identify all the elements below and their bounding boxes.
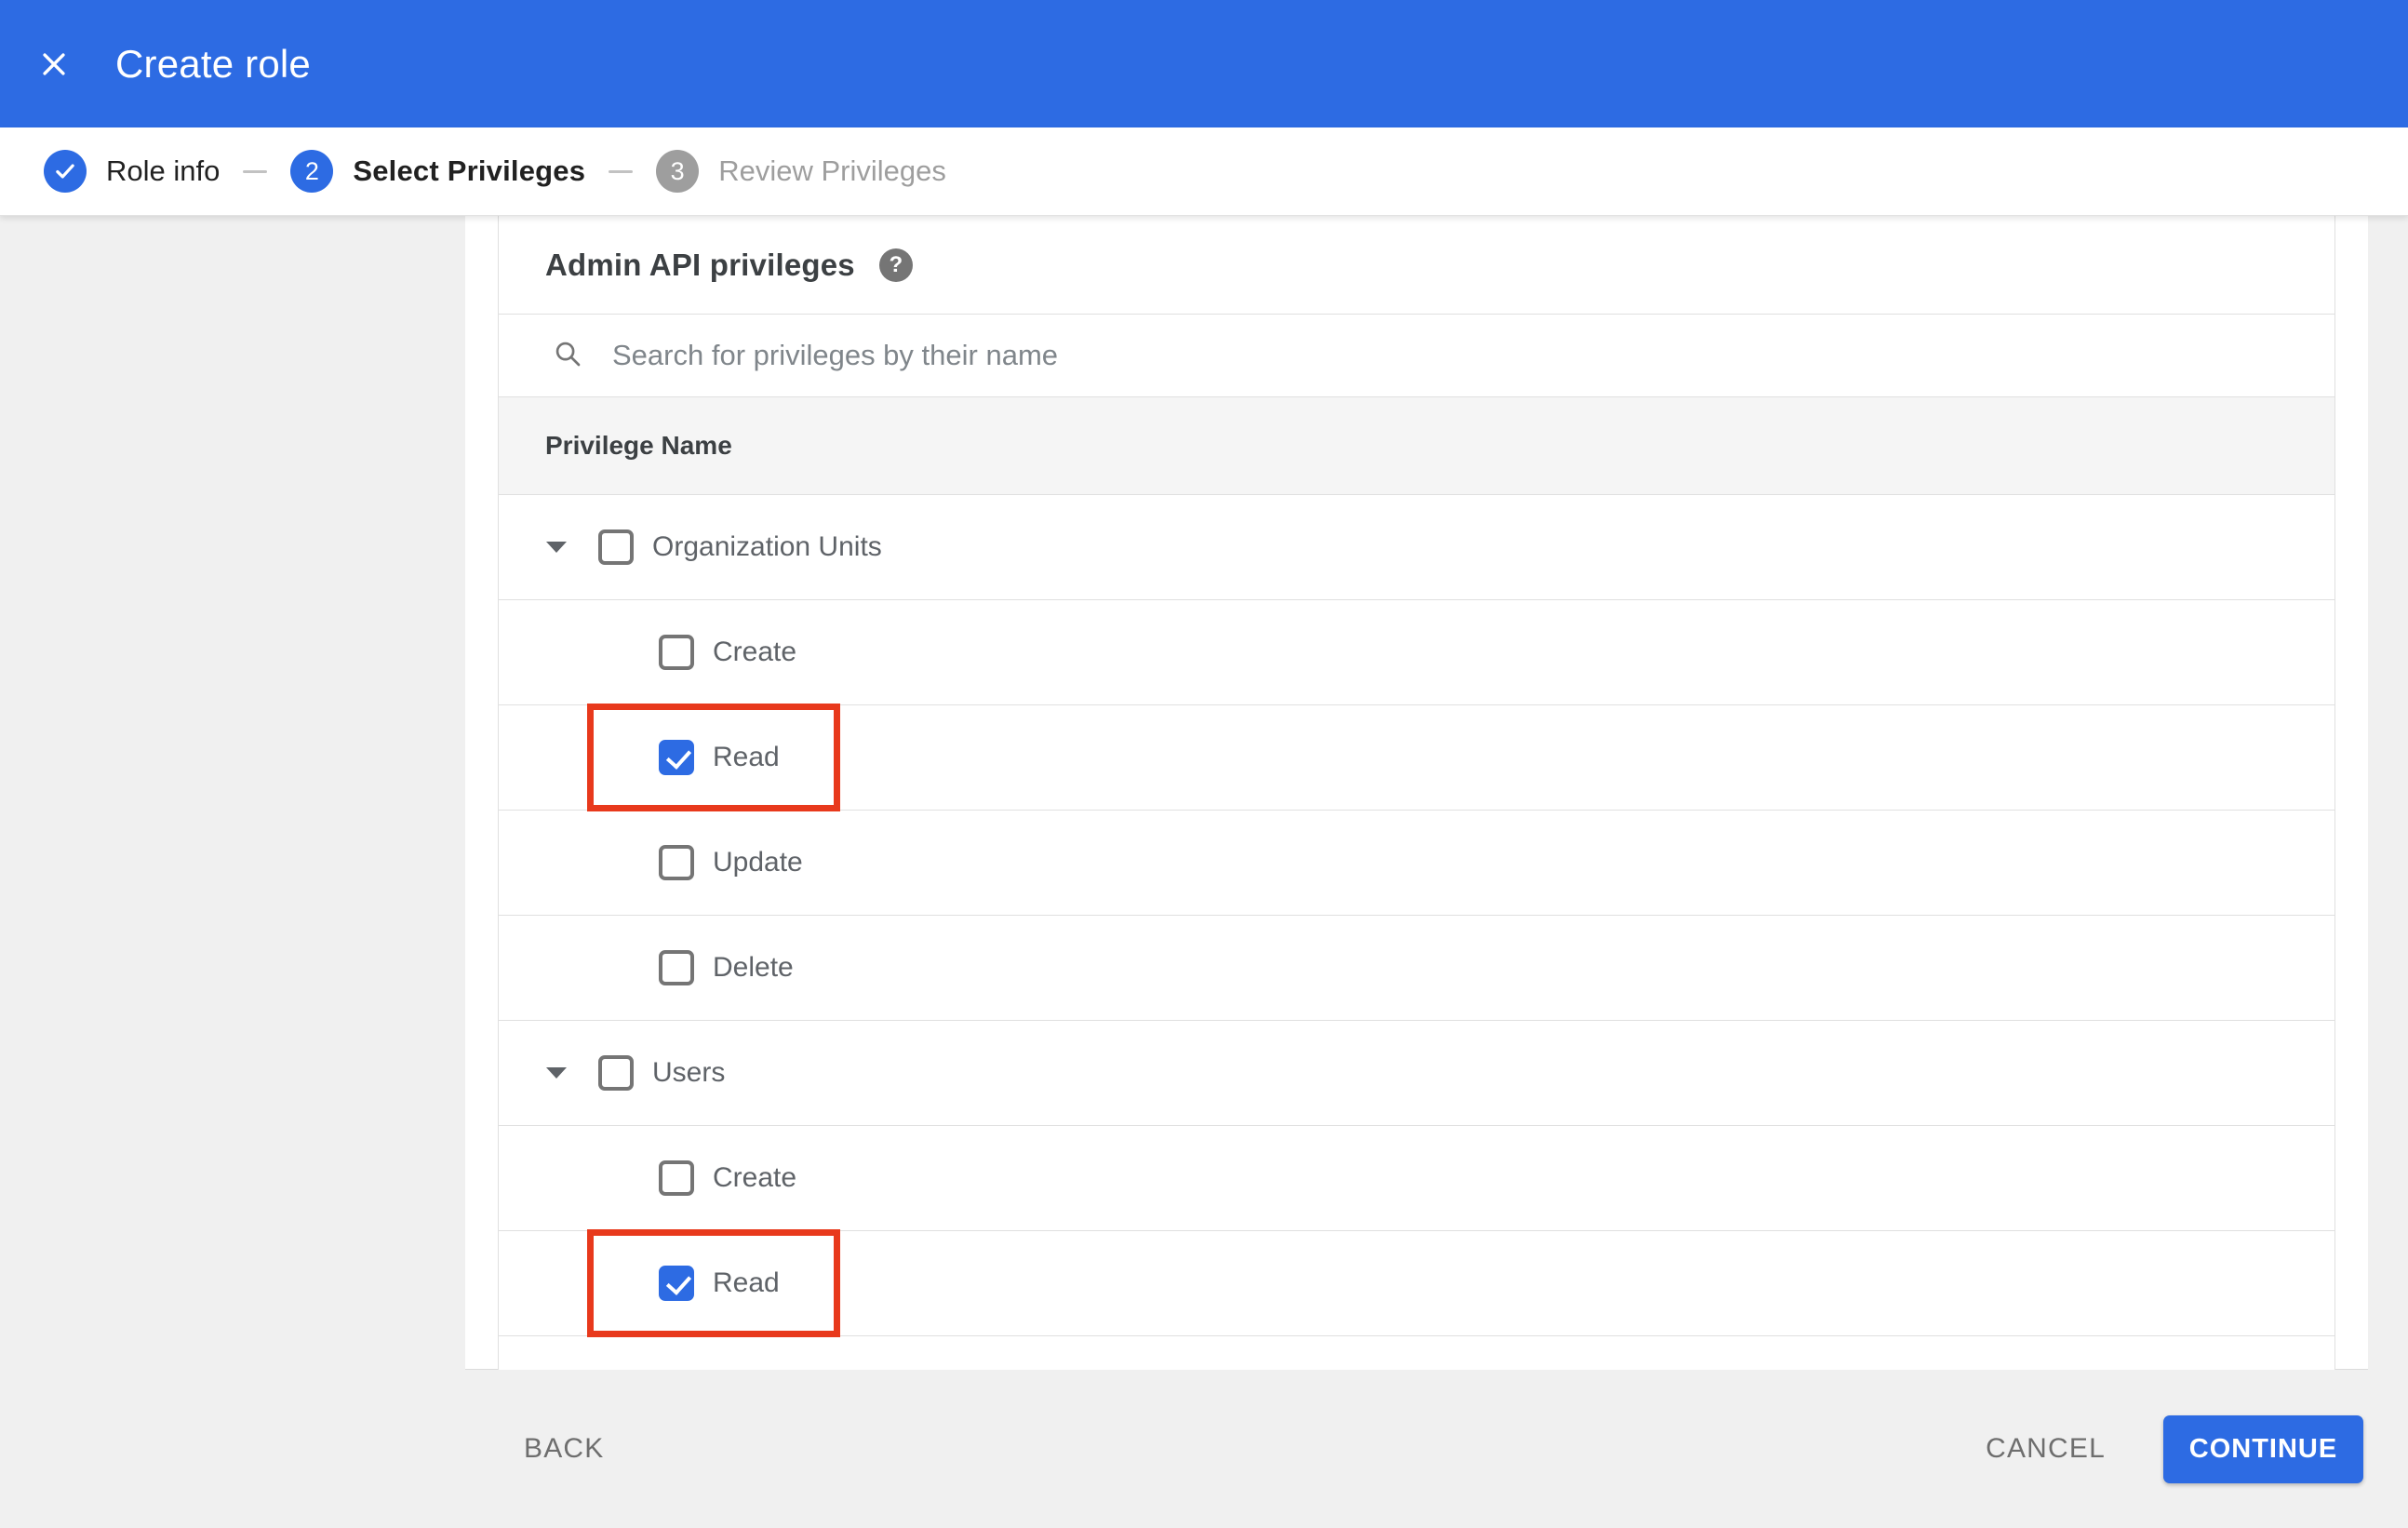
checkbox-update[interactable] — [659, 845, 694, 880]
checkbox-users[interactable] — [598, 1055, 634, 1091]
privilege-group-row-users: Users — [499, 1021, 2334, 1126]
table-header-row: Privilege Name — [499, 397, 2334, 495]
privilege-label: Update — [713, 847, 803, 878]
privileges-panel: Admin API privileges ? Privilege Name Or… — [465, 216, 2368, 1370]
expand-collapse-triangle-icon[interactable] — [546, 542, 567, 553]
privileges-table: Organization Units Create Read Update Delete… — [499, 495, 2334, 1337]
step-separator — [243, 169, 268, 173]
panel-title-row: Admin API privileges ? — [499, 216, 2334, 315]
privilege-label: Read — [713, 742, 780, 772]
step-number-badge: 2 — [290, 150, 334, 193]
step-role-info[interactable]: Role info — [44, 150, 220, 193]
step-label: Role info — [106, 154, 221, 187]
close-icon[interactable] — [28, 38, 80, 90]
privileges-panel-inner: Admin API privileges ? Privilege Name Or… — [498, 216, 2335, 1370]
expand-collapse-triangle-icon[interactable] — [546, 1067, 567, 1079]
privilege-row-create: Create — [499, 600, 2334, 705]
privilege-row-update: Update — [499, 811, 2334, 916]
search-input[interactable] — [610, 338, 2006, 373]
step-label: Select Privileges — [353, 154, 586, 187]
step-select-privileges[interactable]: 2 Select Privileges — [290, 150, 585, 193]
privilege-label: Create — [713, 637, 797, 667]
checkbox-read-checked[interactable] — [659, 740, 694, 775]
checkbox-create[interactable] — [659, 1160, 694, 1196]
privilege-row-create: Create — [499, 1126, 2334, 1231]
step-separator — [609, 169, 634, 173]
help-icon[interactable]: ? — [878, 248, 913, 282]
privilege-group-row-organization-units: Organization Units — [499, 495, 2334, 600]
privilege-row-read: Read — [499, 704, 2334, 811]
dialog-title: Create role — [115, 41, 311, 86]
table-row-partial — [499, 1336, 2334, 1370]
step-complete-check-icon — [44, 150, 87, 193]
step-review-privileges[interactable]: 3 Review Privileges — [656, 150, 946, 193]
continue-button[interactable]: CONTINUE — [2163, 1414, 2363, 1483]
privilege-label: Organization Units — [652, 531, 882, 562]
step-label: Review Privileges — [718, 154, 946, 187]
panel-title: Admin API privileges — [545, 247, 855, 282]
privilege-label: Create — [713, 1162, 797, 1193]
app-bar: Create role — [0, 0, 2408, 127]
privilege-label: Users — [652, 1057, 726, 1088]
checkbox-create[interactable] — [659, 635, 694, 670]
privilege-row-delete: Delete — [499, 916, 2334, 1021]
checkbox-read-checked[interactable] — [659, 1266, 694, 1301]
privilege-row-read: Read — [499, 1229, 2334, 1337]
privilege-label: Delete — [713, 952, 794, 983]
cancel-button[interactable]: CANCEL — [1986, 1433, 2106, 1465]
search-icon — [553, 339, 582, 373]
column-header-privilege-name: Privilege Name — [545, 431, 732, 460]
back-button[interactable]: BACK — [524, 1433, 605, 1465]
search-row — [499, 315, 2334, 397]
stepper: Role info 2 Select Privileges 3 Review P… — [0, 127, 2408, 216]
checkbox-delete[interactable] — [659, 950, 694, 985]
footer-actions: BACK CANCEL CONTINUE — [0, 1370, 2408, 1528]
checkbox-organization-units[interactable] — [598, 529, 634, 565]
step-number-badge: 3 — [656, 150, 700, 193]
privilege-label: Read — [713, 1267, 780, 1298]
